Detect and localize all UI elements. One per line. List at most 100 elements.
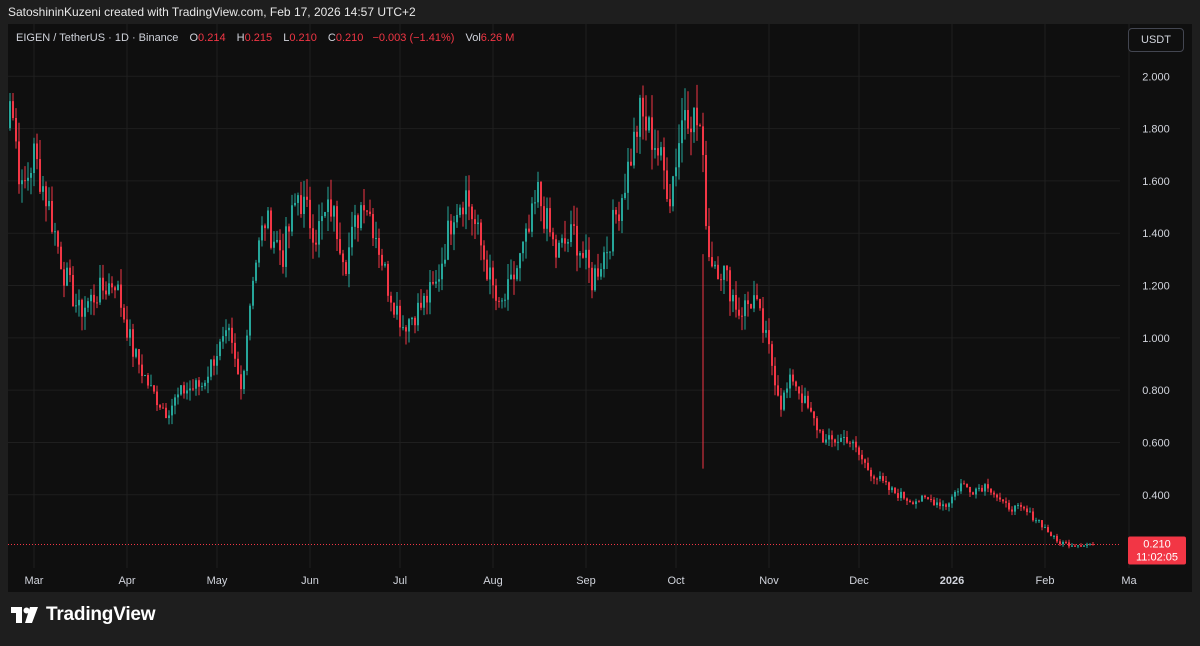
candlestick-chart[interactable]: 2.000 1.800 1.600 1.400 1.200 1.000 0.800 0.600… bbox=[8, 24, 1192, 592]
candle-body bbox=[69, 267, 71, 275]
candle-body bbox=[723, 265, 725, 280]
candle-body bbox=[699, 125, 701, 127]
candle-body bbox=[1005, 501, 1007, 503]
candle-body bbox=[813, 411, 815, 419]
chart-pane[interactable]: 2.000 1.800 1.600 1.400 1.200 1.000 0.800 0.600… bbox=[8, 24, 1192, 592]
candle-body bbox=[240, 374, 242, 390]
candle-body bbox=[264, 225, 266, 229]
candle-body bbox=[309, 199, 311, 229]
candle-body bbox=[624, 192, 626, 199]
candle-body bbox=[351, 226, 353, 248]
candle-body bbox=[477, 222, 479, 225]
candle-body bbox=[300, 195, 302, 214]
candle-body bbox=[594, 268, 596, 291]
candle-body bbox=[171, 405, 173, 416]
candle-body bbox=[603, 252, 605, 270]
candle-body bbox=[357, 215, 359, 229]
candle-body bbox=[528, 228, 530, 232]
candle-body bbox=[75, 305, 77, 307]
candle-body bbox=[174, 397, 176, 406]
candle-body bbox=[657, 148, 659, 156]
candle-body bbox=[930, 498, 932, 500]
candle-body bbox=[744, 300, 746, 317]
candle-body bbox=[168, 415, 170, 419]
candle-body bbox=[534, 202, 536, 204]
candle-body bbox=[279, 240, 281, 251]
candle-body bbox=[225, 330, 227, 337]
currency-button[interactable]: USDT bbox=[1128, 28, 1184, 52]
candle-body bbox=[957, 491, 959, 493]
candle-body bbox=[636, 131, 638, 137]
candle-body bbox=[837, 441, 839, 443]
candle-body bbox=[63, 269, 65, 286]
candle-body bbox=[42, 186, 44, 192]
y-tick-label: 2.000 bbox=[1142, 71, 1170, 83]
tradingview-logo-icon bbox=[11, 607, 38, 623]
candle-body bbox=[924, 495, 926, 498]
candle-body bbox=[540, 181, 542, 207]
candle-body bbox=[873, 476, 875, 479]
candle-body bbox=[558, 242, 560, 258]
x-tick-label: Sep bbox=[576, 575, 596, 587]
candle-body bbox=[588, 249, 590, 268]
candle-body bbox=[801, 393, 803, 403]
candle-body bbox=[885, 480, 887, 483]
candle-body bbox=[684, 110, 686, 121]
candle-body bbox=[462, 207, 464, 215]
candle-body bbox=[135, 349, 137, 357]
candle-body bbox=[675, 167, 677, 177]
candle-body bbox=[261, 225, 263, 241]
candle-body bbox=[765, 330, 767, 333]
candle-body bbox=[318, 221, 320, 245]
candle-body bbox=[339, 239, 341, 254]
candle-body bbox=[180, 385, 182, 395]
candle-body bbox=[1071, 545, 1073, 547]
candle-body bbox=[1008, 502, 1010, 510]
x-tick-label: Aug bbox=[483, 575, 503, 587]
candle-body bbox=[912, 502, 914, 505]
candle-body bbox=[870, 469, 872, 477]
candle-body bbox=[378, 237, 380, 255]
brand[interactable]: TradingView bbox=[10, 604, 156, 626]
x-tick-label: Jun bbox=[301, 575, 319, 587]
candle-body bbox=[288, 226, 290, 232]
candle-body bbox=[600, 269, 602, 277]
candle-body bbox=[72, 274, 74, 307]
brand-name: TradingView bbox=[46, 604, 156, 625]
candle-body bbox=[39, 159, 41, 192]
candle-body bbox=[342, 253, 344, 263]
candle-body bbox=[51, 201, 53, 232]
candle-body bbox=[516, 268, 518, 280]
candle-body bbox=[597, 268, 599, 277]
candle-body bbox=[96, 302, 98, 304]
candle-body bbox=[777, 385, 779, 396]
candle-body bbox=[771, 344, 773, 366]
x-tick-label: Feb bbox=[1036, 575, 1055, 587]
candle-body bbox=[888, 482, 890, 491]
candle-body bbox=[183, 385, 185, 394]
candle-body bbox=[630, 161, 632, 166]
candle-body bbox=[507, 279, 509, 300]
candle-body bbox=[552, 232, 554, 240]
candle-body bbox=[222, 336, 224, 342]
candle-body bbox=[936, 502, 938, 506]
candle-body bbox=[303, 196, 305, 214]
candle-body bbox=[387, 263, 389, 296]
candle-body bbox=[981, 487, 983, 492]
candle-body bbox=[372, 214, 374, 239]
symbol-label[interactable]: EIGEN / TetherUS · 1D · Binance bbox=[16, 32, 178, 44]
candle-body bbox=[162, 407, 164, 409]
candle-body bbox=[735, 294, 737, 310]
candle-body bbox=[789, 374, 791, 389]
candle-body bbox=[810, 407, 812, 412]
candle-body bbox=[1038, 520, 1040, 522]
candle-body bbox=[903, 491, 905, 499]
candle-body bbox=[963, 483, 965, 485]
candle-body bbox=[120, 284, 122, 308]
footer: TradingView bbox=[0, 592, 1200, 646]
candle-body bbox=[966, 483, 968, 488]
candle-body bbox=[990, 488, 992, 493]
y-tick-label: 1.800 bbox=[1142, 124, 1170, 136]
candle-body bbox=[783, 392, 785, 410]
candle-body bbox=[480, 222, 482, 246]
